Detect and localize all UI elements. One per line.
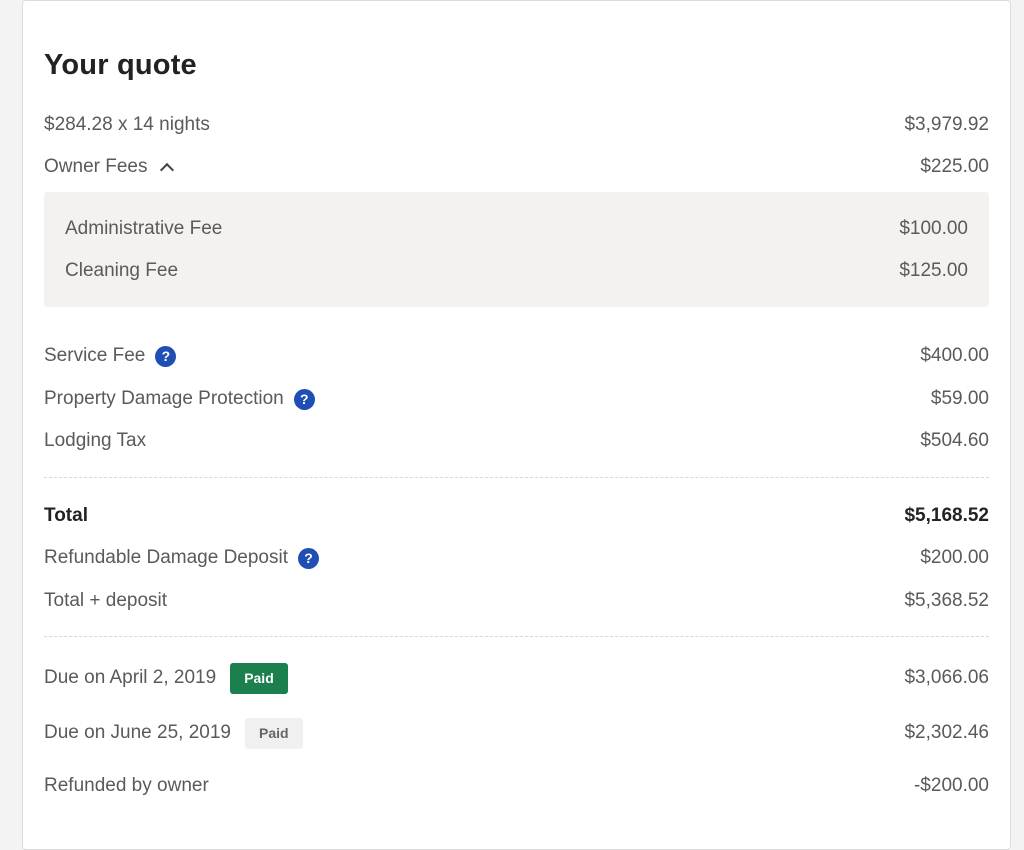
paid-badge: Paid (245, 717, 303, 749)
cleaning-fee-label: Cleaning Fee (65, 260, 179, 281)
quote-title: Your quote (44, 49, 197, 81)
nightly-rate-label: $284.28 x 14 nights (44, 114, 210, 135)
service-fee-row: Service Fee ? $400.00 (44, 342, 989, 370)
lodging-tax-amount: $504.60 (920, 430, 989, 451)
divider (44, 477, 989, 478)
fee-item-row: Administrative Fee $100.00 (65, 215, 968, 243)
payment-due-label: Due on June 25, 2019 (44, 722, 231, 743)
total-deposit-label: Total + deposit (44, 590, 168, 611)
administrative-fee-amount: $100.00 (899, 218, 968, 239)
damage-protection-label: Property Damage Protection (44, 388, 284, 409)
question-circle-icon[interactable]: ? (155, 345, 177, 367)
total-row: Total $5,168.52 (44, 502, 989, 530)
owner-fees-row[interactable]: Owner Fees $225.00 (44, 153, 989, 181)
nightly-rate-amount: $3,979.92 (904, 114, 989, 135)
divider (44, 636, 989, 637)
owner-fees-label: Owner Fees (44, 156, 148, 177)
total-label: Total (44, 505, 88, 526)
administrative-fee-label: Administrative Fee (65, 218, 223, 239)
owner-fees-breakdown: Administrative Fee $100.00 Cleaning Fee … (44, 192, 989, 307)
refund-label: Refunded by owner (44, 775, 209, 796)
owner-fees-toggle[interactable]: Owner Fees (44, 156, 175, 178)
refund-row: Refunded by owner -$200.00 (44, 772, 989, 800)
lodging-tax-row: Lodging Tax $504.60 (44, 427, 989, 455)
damage-protection-amount: $59.00 (930, 388, 989, 409)
nightly-rate-row: $284.28 x 14 nights $3,979.92 (44, 111, 989, 139)
question-circle-icon[interactable]: ? (298, 547, 319, 569)
quote-card: Your quote $284.28 x 14 nights $3,979.92… (22, 0, 1011, 850)
payment-amount: $2,302.46 (904, 722, 989, 743)
paid-badge: Paid (230, 662, 288, 694)
payment-row: Due on April 2, 2019 Paid $3,066.06 (44, 662, 989, 694)
total-amount: $5,168.52 (904, 505, 989, 526)
lodging-tax-label: Lodging Tax (44, 430, 147, 451)
total-deposit-amount: $5,368.52 (904, 590, 989, 611)
total-deposit-row: Total + deposit $5,368.52 (44, 587, 989, 615)
deposit-label: Refundable Damage Deposit (44, 547, 288, 568)
payment-amount: $3,066.06 (904, 667, 989, 688)
refund-amount: -$200.00 (913, 775, 989, 796)
owner-fees-amount: $225.00 (920, 156, 989, 177)
question-circle-icon[interactable]: ? (293, 388, 315, 410)
payment-row: Due on June 25, 2019 Paid $2,302.46 (44, 717, 989, 749)
deposit-amount: $200.00 (920, 547, 989, 568)
service-fee-label: Service Fee (44, 345, 146, 366)
service-fee-amount: $400.00 (920, 345, 989, 366)
damage-protection-row: Property Damage Protection ? $59.00 (44, 385, 989, 413)
cleaning-fee-amount: $125.00 (899, 260, 968, 281)
chevron-up-icon[interactable] (159, 159, 175, 175)
fee-item-row: Cleaning Fee $125.00 (65, 257, 968, 285)
payment-due-label: Due on April 2, 2019 (44, 667, 217, 688)
deposit-row: Refundable Damage Deposit ? $200.00 (44, 544, 989, 572)
